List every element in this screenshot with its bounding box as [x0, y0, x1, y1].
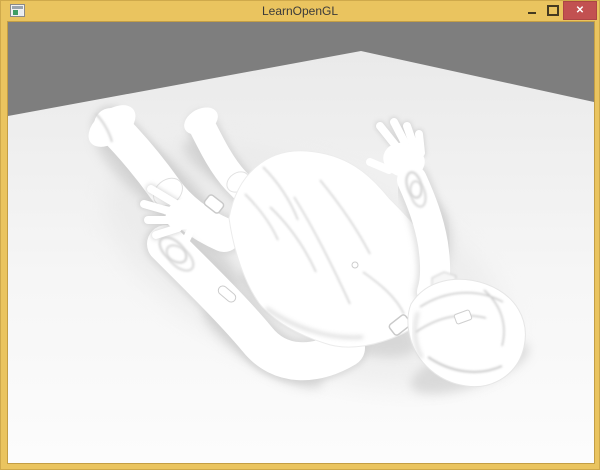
- minimize-icon: [527, 12, 536, 14]
- window-controls: ✕: [521, 1, 597, 20]
- close-icon: ✕: [575, 5, 585, 16]
- window-title: LearnOpenGL: [261, 4, 339, 18]
- title-bar[interactable]: LearnOpenGL ✕: [1, 1, 599, 21]
- maximize-button[interactable]: [542, 1, 563, 20]
- rendered-scene: [8, 22, 594, 463]
- maximize-icon: [546, 5, 559, 16]
- app-window: LearnOpenGL ✕: [0, 0, 600, 470]
- close-button[interactable]: ✕: [563, 1, 597, 20]
- minimize-button[interactable]: [521, 1, 542, 20]
- opengl-render-viewport[interactable]: [7, 21, 595, 464]
